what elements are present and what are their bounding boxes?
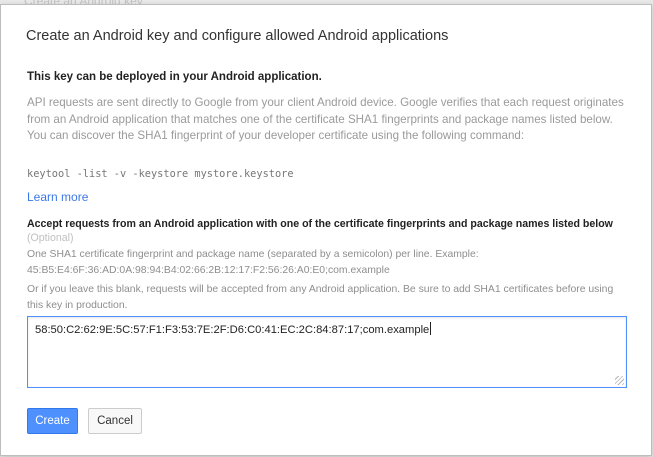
- format-help-line: One SHA1 certificate fingerprint and pac…: [27, 249, 479, 260]
- textarea-value-text: 58:50:C2:62:9E:5C:57:F1:F3:53:7E:2F:D6:C…: [35, 324, 430, 336]
- cancel-button[interactable]: Cancel: [88, 408, 142, 434]
- text-caret: [430, 322, 432, 335]
- keytool-command: keytool -list -v -keystore mystore.keyst…: [27, 168, 294, 180]
- format-help-example: 45:B5:E4:6F:36:AD:0A:98:94:B4:02:66:2B:1…: [27, 264, 390, 276]
- textarea-value: 58:50:C2:62:9E:5C:57:F1:F3:53:7E:2F:D6:C…: [35, 322, 432, 336]
- resize-handle-icon[interactable]: [615, 376, 624, 385]
- dialog-subtitle: This key can be deployed in your Android…: [27, 71, 322, 83]
- blank-warning-text: Or if you leave this blank, requests wil…: [27, 284, 614, 311]
- optional-tag: (Optional): [27, 232, 74, 244]
- create-button[interactable]: Create: [27, 408, 78, 434]
- format-help-text: One SHA1 certificate fingerprint and pac…: [27, 247, 627, 278]
- allowed-apps-label-text: Accept requests from an Android applicat…: [27, 218, 613, 230]
- fingerprints-textarea[interactable]: 58:50:C2:62:9E:5C:57:F1:F3:53:7E:2F:D6:C…: [27, 316, 627, 388]
- dialog-description: API requests are sent directly to Google…: [27, 96, 624, 142]
- learn-more-link[interactable]: Learn more: [27, 190, 88, 204]
- dialog-title: Create an Android key and configure allo…: [26, 28, 449, 44]
- create-android-key-dialog: Create an Android key and configure allo…: [0, 4, 652, 456]
- allowed-apps-label: Accept requests from an Android applicat…: [27, 217, 627, 245]
